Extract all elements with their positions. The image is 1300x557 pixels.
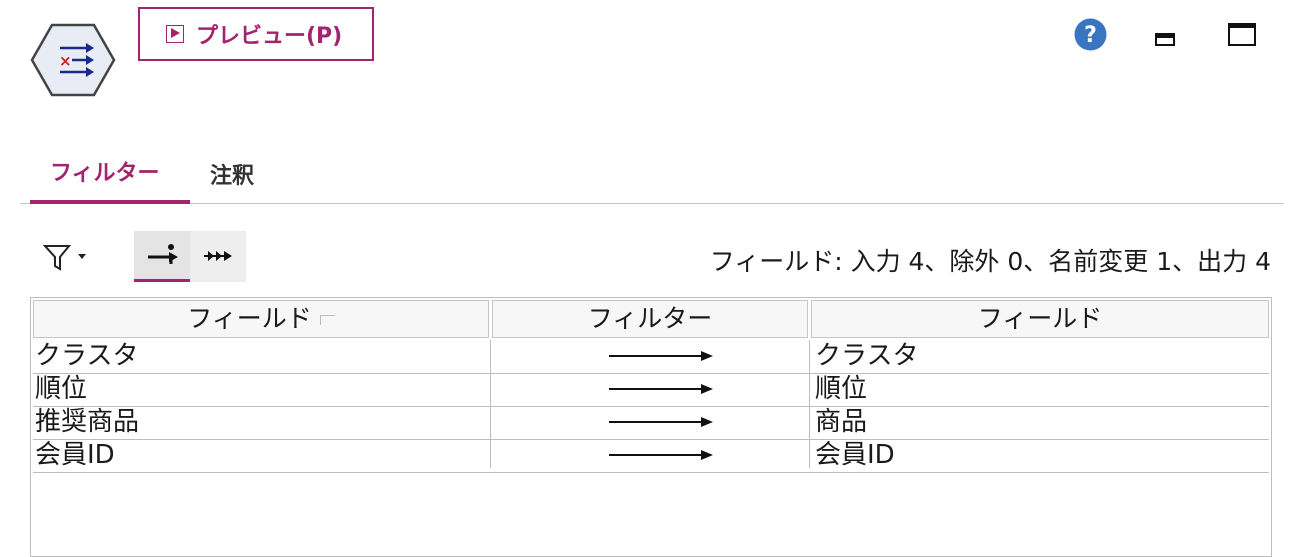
output-field-cell[interactable]: 会員ID <box>815 439 895 472</box>
tab-divider <box>20 203 1284 204</box>
column-header-label: フィルター <box>587 304 713 333</box>
pass-arrow-icon[interactable] <box>607 415 717 429</box>
output-field-cell[interactable]: クラスタ <box>815 340 918 373</box>
input-field-cell: 会員ID <box>35 440 115 470</box>
play-icon <box>166 25 184 43</box>
minimize-icon[interactable] <box>1155 33 1175 46</box>
pass-all-button[interactable] <box>190 231 246 282</box>
pass-arrow-icon[interactable] <box>607 448 717 462</box>
svg-text:×: × <box>59 52 72 70</box>
pass-arrow-icon[interactable] <box>607 382 717 396</box>
funnel-filter-icon[interactable] <box>42 242 92 274</box>
svg-text:?: ? <box>1084 23 1097 48</box>
help-icon[interactable]: ? <box>1074 18 1107 51</box>
input-field-cell: 順位 <box>35 374 88 404</box>
output-field-cell[interactable]: 順位 <box>815 373 867 406</box>
column-header-filter[interactable]: フィルター <box>492 300 808 338</box>
column-header-field[interactable]: フィールド <box>33 300 489 338</box>
column-header-output-field[interactable]: フィールド <box>811 300 1269 338</box>
preview-button[interactable]: プレビュー(P) <box>138 7 374 61</box>
tab-annotation[interactable]: 注釈 <box>210 158 254 190</box>
table-row[interactable]: 会員ID 会員ID <box>33 439 1269 473</box>
input-field-cell: 推奨商品 <box>35 407 140 437</box>
column-header-label: フィールド <box>187 304 312 333</box>
table-row[interactable]: クラスタ クラスタ <box>33 340 1269 374</box>
maximize-icon[interactable] <box>1228 23 1256 46</box>
field-summary: フィールド: 入力 4、除外 0、名前変更 1、出力 4 <box>709 247 1271 276</box>
table-row[interactable]: 順位 順位 <box>33 373 1269 407</box>
preview-label: プレビュー(P) <box>196 24 343 49</box>
pass-fields-icon <box>148 244 178 264</box>
output-field-cell[interactable]: 商品 <box>815 406 867 439</box>
filter-node-icon: × <box>30 23 116 97</box>
pass-fields-button[interactable] <box>134 231 190 282</box>
column-header-label: フィールド <box>977 304 1103 333</box>
active-tab-indicator <box>30 200 190 204</box>
table-row[interactable]: 推奨商品 商品 <box>33 406 1269 440</box>
tab-filter[interactable]: フィルター <box>50 155 160 187</box>
sort-indicator-icon <box>319 315 335 325</box>
input-field-cell: クラスタ <box>35 341 139 371</box>
pass-all-icon <box>204 251 232 261</box>
pass-arrow-icon[interactable] <box>607 349 717 363</box>
